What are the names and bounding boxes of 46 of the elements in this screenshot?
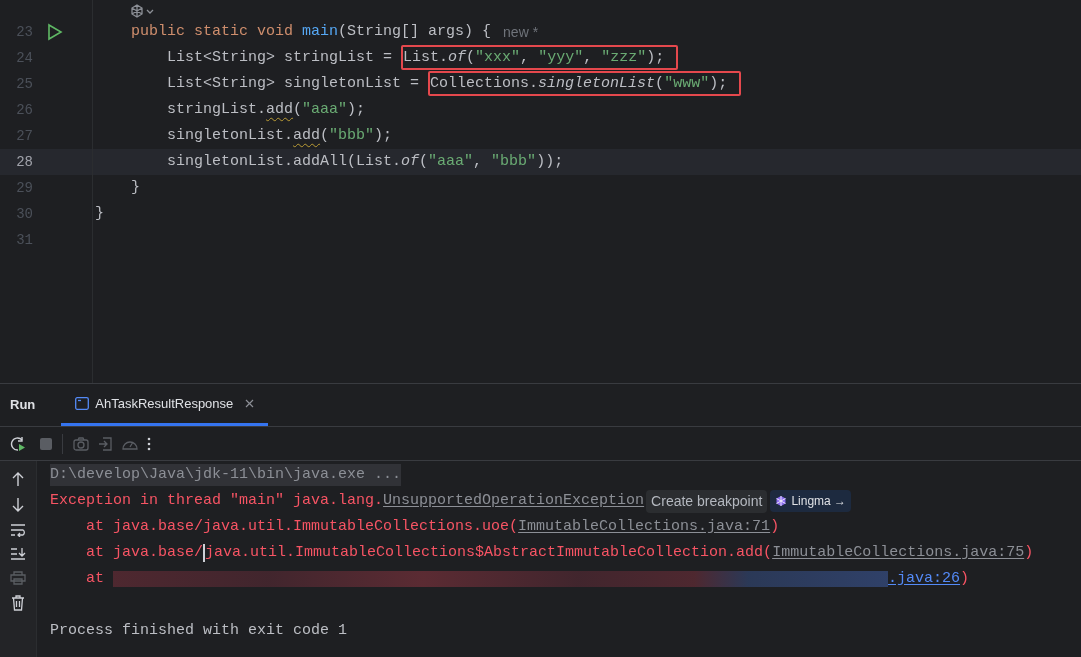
run-tab[interactable]: AhTaskResultResponse — [61, 384, 269, 426]
console-text: ) — [960, 568, 970, 589]
code-line: } — [95, 203, 104, 224]
console-text: at — [86, 568, 105, 589]
more-icon[interactable] — [147, 436, 151, 451]
scroll-to-end-icon[interactable] — [10, 547, 26, 561]
console-text: D:\develop\Java\jdk-11\bin\java.exe ... — [50, 463, 402, 487]
close-icon[interactable] — [245, 399, 255, 408]
login-icon[interactable] — [97, 435, 113, 452]
ai-logo-icon — [775, 495, 788, 507]
up-arrow-icon[interactable] — [11, 471, 25, 487]
line-number: 28 — [15, 152, 33, 172]
console-text: ) — [770, 516, 780, 537]
highlight-box: List.of("xxx", "yyy", "zzz"); — [401, 44, 679, 70]
soft-wrap-icon[interactable] — [10, 523, 26, 537]
author-hint[interactable]: new * — [503, 21, 539, 43]
code-line: singletonList.addAll(List.of("aaa", "bbb")); — [167, 151, 564, 172]
code-line: } — [131, 177, 140, 198]
text-cursor — [203, 544, 206, 562]
source-link[interactable]: ImmutableCollections.java:71 — [518, 515, 771, 539]
console-text: java.util.ImmutableCollections$AbstractImmutableCollection.add( — [205, 542, 773, 563]
ai-assistant-icon[interactable] — [129, 3, 155, 19]
console-text: ) — [1024, 542, 1034, 563]
code-text: List<String> singletonList = — [167, 74, 421, 92]
panel-title: Run — [9, 396, 37, 415]
ai-assistant-button[interactable]: Lingma → — [770, 490, 852, 512]
create-breakpoint-button[interactable]: Create breakpoint — [646, 489, 768, 513]
run-icon[interactable] — [47, 23, 63, 41]
code-line: singletonList.add("bbb"); — [167, 125, 393, 146]
trash-icon[interactable] — [11, 595, 25, 611]
code-text: List<String> stringList = — [167, 48, 394, 66]
code-line: stringList.add("aaa"); — [167, 99, 366, 120]
console-text: at java.base/ — [86, 542, 204, 563]
highlight-box: Collections.singletonList("www"); — [428, 70, 742, 96]
camera-icon[interactable] — [73, 436, 89, 451]
code-line: public static void main(String[] args) { — [131, 21, 492, 42]
console-text: at java.base/java.util.ImmutableCollections.uoe( — [86, 516, 519, 537]
down-arrow-icon[interactable] — [11, 497, 25, 513]
source-link[interactable]: .java:26 — [888, 567, 961, 591]
stop-icon[interactable] — [40, 437, 52, 450]
rerun-icon[interactable] — [10, 435, 26, 452]
console-text: Process finished with exit code 1 — [50, 620, 348, 641]
window-icon — [75, 397, 90, 410]
source-link[interactable]: ImmutableCollections.java:75 — [772, 541, 1025, 565]
console-text: Exception in thread "main" java.lang. — [50, 490, 384, 511]
source-link[interactable]: UnsupportedOperationException — [383, 489, 645, 513]
